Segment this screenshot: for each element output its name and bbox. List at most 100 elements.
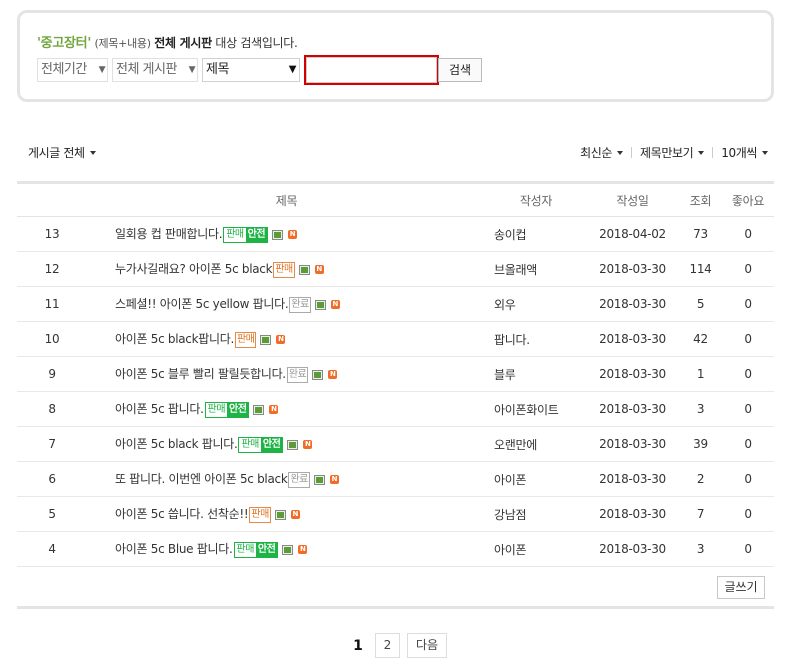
post-views: 42: [679, 321, 722, 357]
caret-down-icon: [698, 150, 705, 155]
post-author[interactable]: 아이폰: [486, 531, 586, 567]
post-likes: 0: [722, 426, 774, 462]
divider: [17, 606, 774, 609]
post-author[interactable]: 강남점: [486, 496, 586, 532]
search-panel: '중고장터' (제목+내용) 전체 게시판 대상 검색입니다. 전체기간 ▼ 전체…: [17, 10, 774, 102]
post-title-cell: 아이폰 5c black팝니다. 판매 N: [87, 321, 486, 357]
header-number: [17, 182, 87, 217]
post-number: 8: [17, 391, 87, 427]
board-select-value: 전체 게시판: [116, 62, 177, 77]
post-title-cell: 아이폰 5c black 팝니다. 판매 안전 N: [87, 426, 486, 462]
view-mode-dropdown[interactable]: 제목만보기: [640, 144, 705, 161]
search-scope-board: 전체 게시판: [154, 36, 212, 50]
sale-safe-badge: 판매 안전: [238, 436, 284, 453]
post-filter-dropdown[interactable]: 게시글 전체: [28, 144, 96, 161]
image-attachment-icon: [314, 299, 326, 310]
post-likes: 0: [722, 216, 774, 252]
post-views: 3: [679, 391, 722, 427]
search-button[interactable]: 검색: [438, 58, 482, 82]
post-date: 2018-04-02: [586, 216, 679, 252]
image-attachment-icon: [274, 509, 286, 520]
table-row: 7 아이폰 5c black 팝니다. 판매 안전 N 오랜만에 2018-03-30 39 0: [17, 426, 774, 462]
post-title-cell: 스페셜!! 아이폰 5c yellow 팝니다. 완료 N: [87, 286, 486, 322]
post-title-cell: 누가사길래요? 아이폰 5c black 판매 N: [87, 251, 486, 287]
post-title-link[interactable]: 누가사길래요? 아이폰 5c black: [115, 262, 273, 276]
post-likes: 0: [722, 251, 774, 287]
table-row: 13 일회용 컵 판매합니다. 판매 안전 N 송이컵 2018-04-02 73 0: [17, 216, 774, 252]
new-post-icon: N: [269, 405, 279, 415]
post-number: 4: [17, 531, 87, 567]
post-likes: 0: [722, 531, 774, 567]
post-author[interactable]: 아이폰화이트: [486, 391, 586, 427]
table-row: 5 아이폰 5c 씁니다. 선착순!! 판매 N 강남점 2018-03-30 7 0: [17, 496, 774, 532]
post-author[interactable]: 송이컵: [486, 216, 586, 252]
post-views: 39: [679, 426, 722, 462]
post-title-cell: 아이폰 5c Blue 팝니다. 판매 안전 N: [87, 531, 486, 567]
post-title-link[interactable]: 스페셜!! 아이폰 5c yellow 팝니다.: [115, 297, 289, 311]
field-select[interactable]: 제목 ▼: [202, 58, 300, 82]
post-views: 7: [679, 496, 722, 532]
post-date: 2018-03-30: [586, 286, 679, 322]
post-number: 7: [17, 426, 87, 462]
post-title-link[interactable]: 아이폰 5c 블루 빨리 팔릴듯합니다.: [115, 367, 286, 381]
post-likes: 0: [722, 461, 774, 497]
next-page-button[interactable]: 다음: [407, 633, 447, 658]
post-title-link[interactable]: 아이폰 5c black팝니다.: [115, 332, 234, 346]
per-page-dropdown[interactable]: 10개씩: [721, 144, 768, 161]
table-row: 10 아이폰 5c black팝니다. 판매 N 팝니다. 2018-03-30 42 0: [17, 321, 774, 357]
post-title-link[interactable]: 아이폰 5c 팝니다.: [115, 402, 204, 416]
post-number: 5: [17, 496, 87, 532]
new-post-icon: N: [329, 475, 339, 485]
new-post-icon: N: [288, 230, 298, 240]
post-author[interactable]: 외우: [486, 286, 586, 322]
table-row: 6 또 팝니다. 이번엔 아이폰 5c black 완료 N 아이폰 2018-03-30…: [17, 461, 774, 497]
sold-badge: 완료: [288, 471, 310, 488]
post-filter-label: 게시글 전체: [28, 146, 85, 160]
pagination: 1 2 다음: [348, 633, 447, 658]
header-views: 조회: [679, 182, 722, 217]
new-post-icon: N: [290, 510, 300, 520]
post-number: 12: [17, 251, 87, 287]
post-author[interactable]: 팝니다.: [486, 321, 586, 357]
period-select[interactable]: 전체기간 ▼: [37, 58, 108, 82]
write-button[interactable]: 글쓰기: [717, 576, 765, 599]
chevron-down-icon: ▼: [188, 65, 196, 75]
image-attachment-icon: [312, 369, 324, 380]
sort-dropdown[interactable]: 최신순: [580, 144, 624, 161]
new-post-icon: N: [276, 335, 286, 345]
board-select[interactable]: 전체 게시판 ▼: [112, 58, 198, 82]
post-title-link[interactable]: 아이폰 5c 씁니다. 선착순!!: [115, 507, 249, 521]
post-number: 9: [17, 356, 87, 392]
image-attachment-icon: [260, 334, 272, 345]
header-likes: 좋아요: [722, 182, 774, 217]
post-author[interactable]: 브올래액: [486, 251, 586, 287]
post-title-cell: 아이폰 5c 팝니다. 판매 안전 N: [87, 391, 486, 427]
post-title-link[interactable]: 또 팝니다. 이번엔 아이폰 5c black: [115, 472, 288, 486]
post-views: 114: [679, 251, 722, 287]
post-title-link[interactable]: 아이폰 5c Blue 팝니다.: [115, 542, 233, 556]
sale-badge: 판매: [273, 261, 295, 278]
sale-safe-badge: 판매 안전: [223, 226, 269, 243]
chevron-down-icon: ▼: [288, 64, 297, 75]
table-row: 12 누가사길래요? 아이폰 5c black 판매 N 브올래액 2018-03-30 1…: [17, 251, 774, 287]
post-date: 2018-03-30: [586, 426, 679, 462]
page-current: 1: [353, 637, 363, 654]
view-mode-label: 제목만보기: [640, 146, 694, 160]
post-author[interactable]: 블루: [486, 356, 586, 392]
post-number: 13: [17, 216, 87, 252]
sort-label: 최신순: [580, 146, 613, 160]
post-title-link[interactable]: 아이폰 5c black 팝니다.: [115, 437, 238, 451]
page-2-button[interactable]: 2: [375, 633, 400, 658]
post-likes: 0: [722, 321, 774, 357]
new-post-icon: N: [330, 300, 340, 310]
post-author[interactable]: 아이폰: [486, 461, 586, 497]
post-date: 2018-03-30: [586, 321, 679, 357]
post-title-link[interactable]: 일회용 컵 판매합니다.: [115, 227, 223, 241]
divider: [631, 147, 633, 158]
post-author[interactable]: 오랜만에: [486, 426, 586, 462]
post-date: 2018-03-30: [586, 391, 679, 427]
new-post-icon: N: [298, 545, 308, 555]
new-post-icon: N: [328, 370, 338, 380]
post-list: 13 일회용 컵 판매합니다. 판매 안전 N 송이컵 2018-04-02 73 0 12 누가사…: [17, 216, 774, 567]
search-input[interactable]: [306, 57, 437, 83]
